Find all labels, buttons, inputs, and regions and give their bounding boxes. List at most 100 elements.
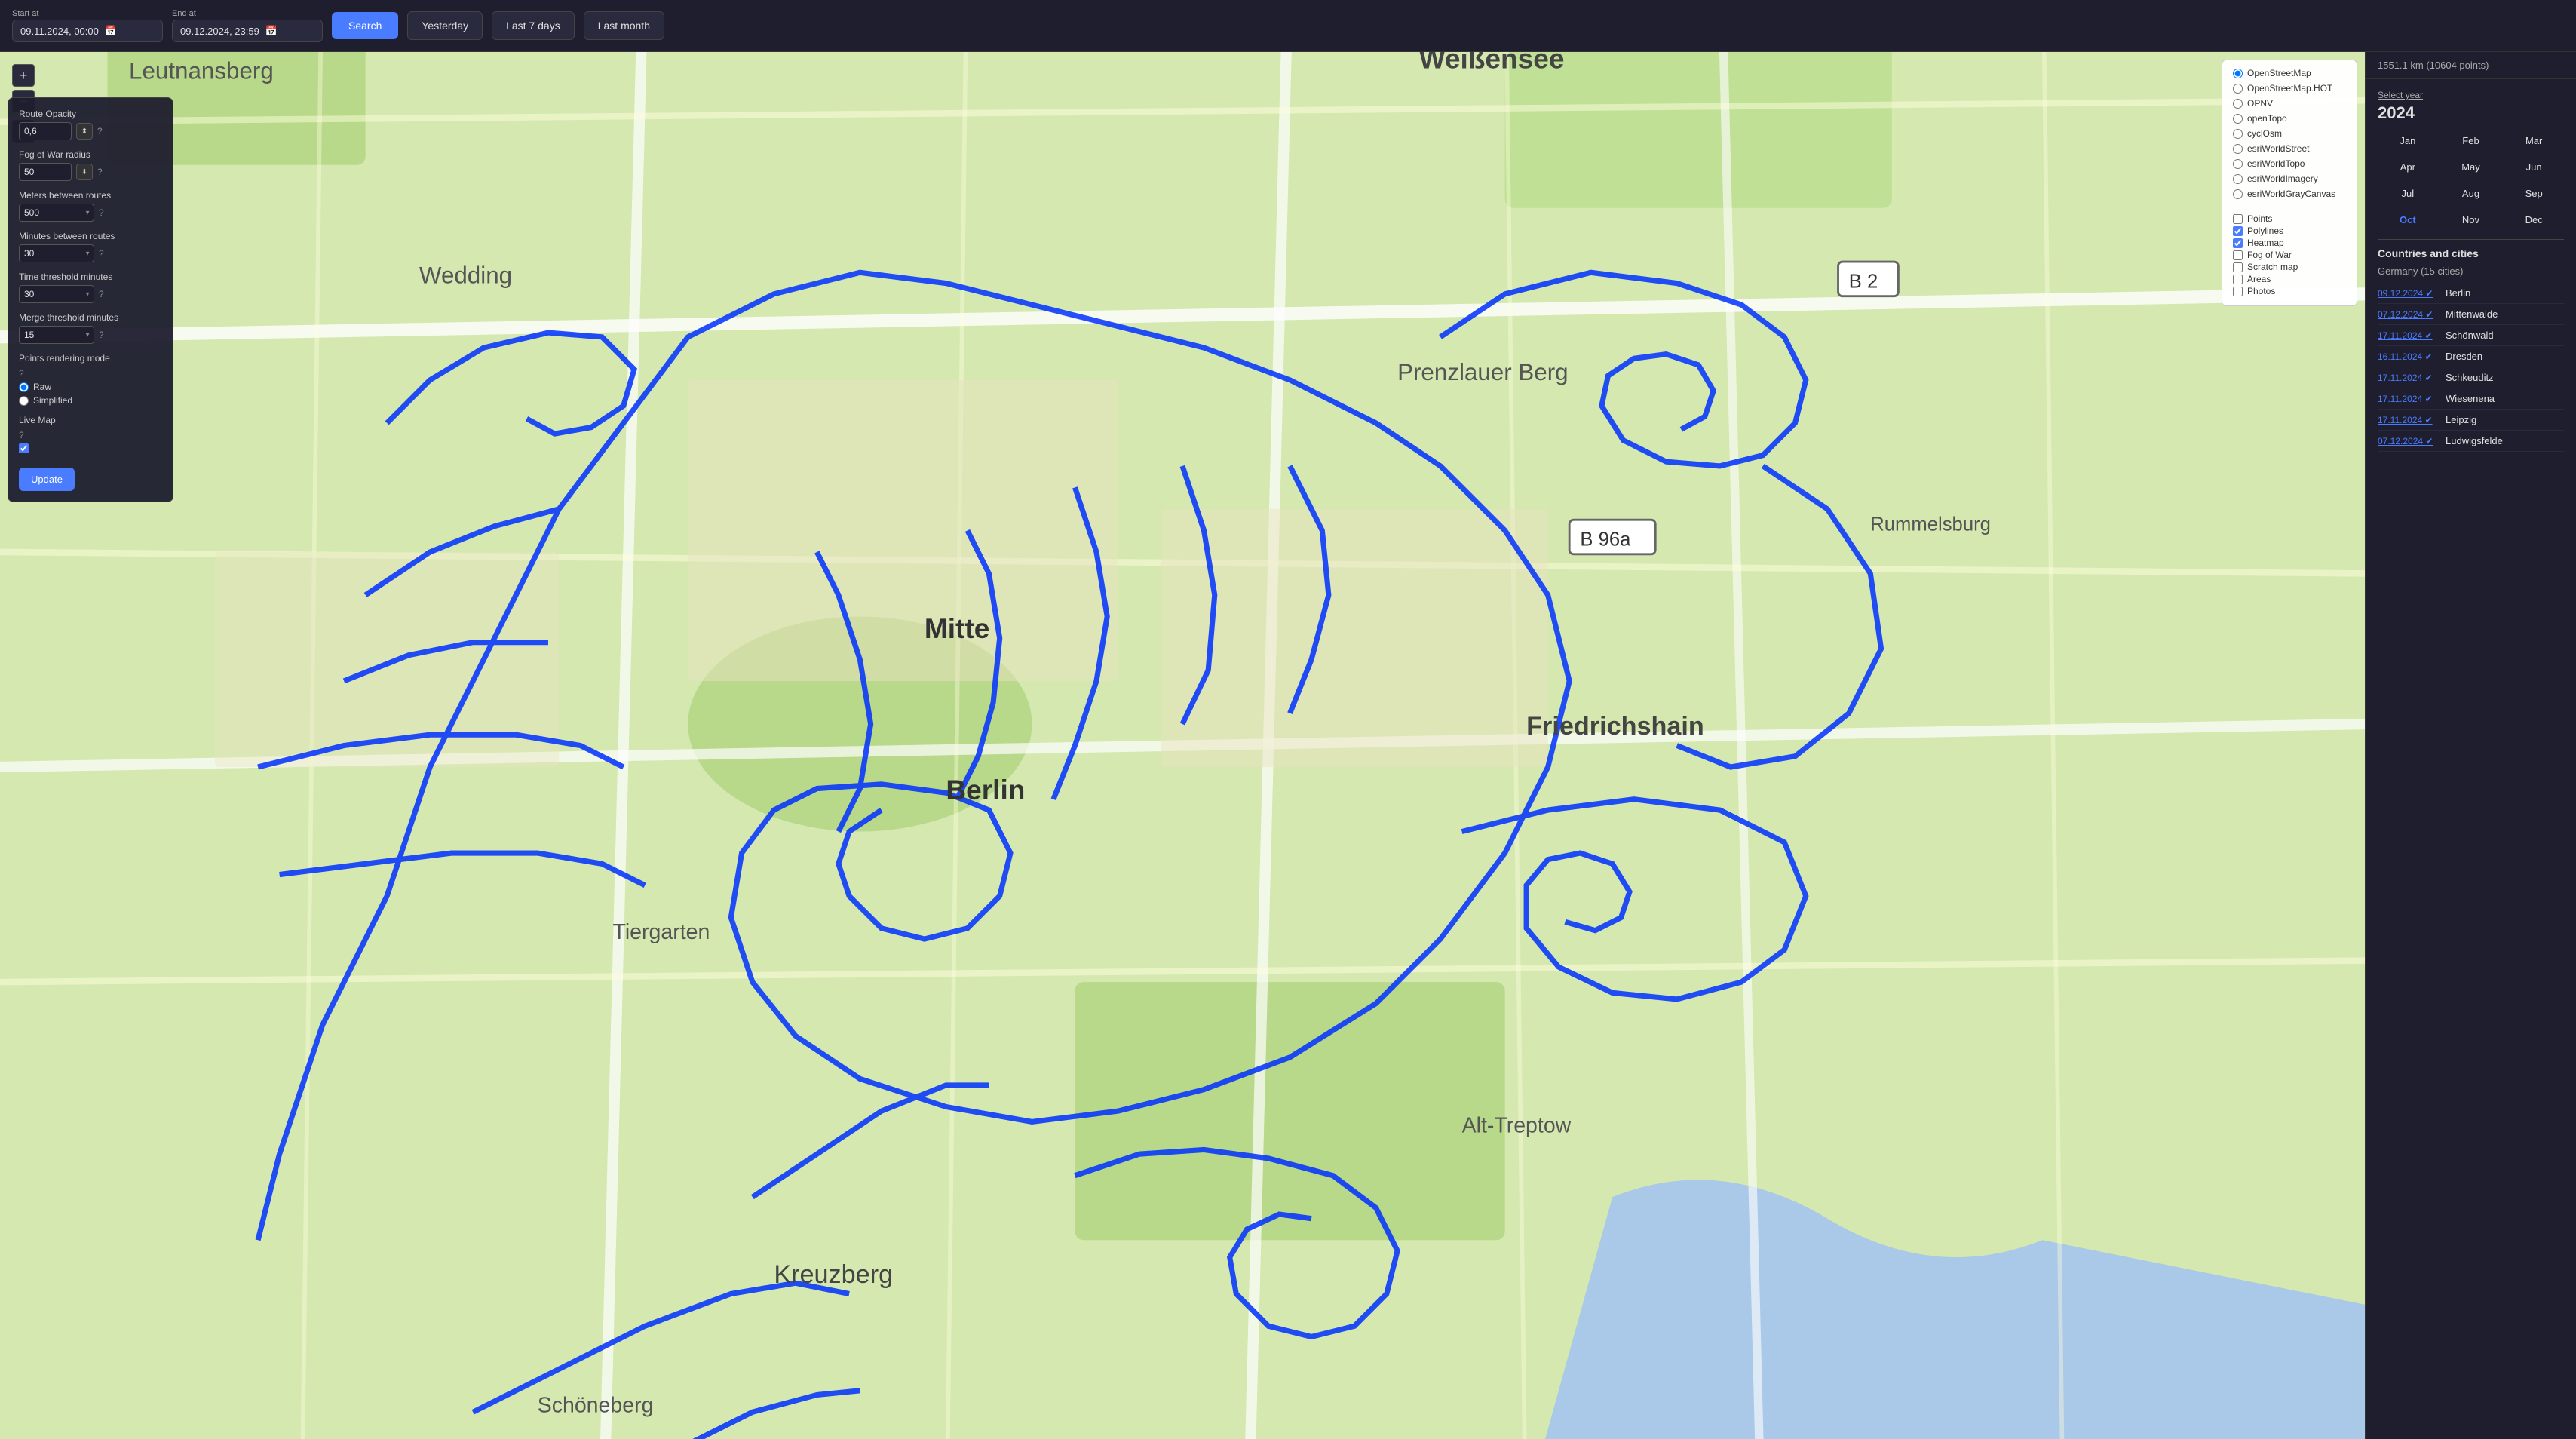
merge-threshold-select[interactable]: 15: [19, 326, 94, 344]
map-overlay-checkbox-item[interactable]: Points: [2233, 213, 2346, 224]
map-type-option[interactable]: esriWorldImagery: [2233, 173, 2346, 184]
osm-map[interactable]: Leutnansberg Gesundbrunnen Weißensee Wed…: [0, 52, 2365, 1439]
time-threshold-select[interactable]: 30: [19, 285, 94, 303]
map-overlay-checkbox-item[interactable]: Fog of War: [2233, 250, 2346, 260]
simplified-radio-item[interactable]: Simplified: [19, 395, 162, 406]
map-type-radio[interactable]: [2233, 144, 2243, 154]
meters-between-row: Meters between routes 500 ?: [19, 190, 162, 222]
map-type-option[interactable]: cyclOsm: [2233, 128, 2346, 139]
map-overlay-checkbox-item[interactable]: Areas: [2233, 274, 2346, 284]
city-date[interactable]: 17.11.2024 ✔: [2378, 394, 2438, 404]
month-button-jul[interactable]: Jul: [2378, 182, 2438, 205]
live-map-label: Live Map: [19, 415, 162, 425]
end-date-input[interactable]: 09.12.2024, 23:59 📅: [172, 20, 323, 42]
city-name: Wiesenena: [2446, 393, 2495, 404]
map-type-option[interactable]: OPNV: [2233, 98, 2346, 109]
meters-between-select-row: 500 ?: [19, 204, 162, 222]
month-button-apr[interactable]: Apr: [2378, 155, 2438, 179]
map-type-radio[interactable]: [2233, 174, 2243, 184]
fog-radius-spinner[interactable]: ⬍: [76, 164, 93, 180]
route-opacity-spinner[interactable]: ⬍: [76, 123, 93, 140]
start-calendar-icon[interactable]: 📅: [105, 25, 117, 37]
merge-threshold-select-wrapper: 15: [19, 326, 94, 344]
city-name: Mittenwalde: [2446, 308, 2498, 320]
month-button-jun[interactable]: Jun: [2504, 155, 2564, 179]
map-overlay-checkbox-item[interactable]: Photos: [2233, 286, 2346, 296]
city-date[interactable]: 17.11.2024 ✔: [2378, 330, 2438, 341]
map-type-option[interactable]: OpenStreetMap: [2233, 68, 2346, 78]
map-type-radio[interactable]: [2233, 69, 2243, 78]
map-overlay-checkbox[interactable]: [2233, 238, 2243, 248]
map-overlay-checkbox[interactable]: [2233, 250, 2243, 260]
raw-radio[interactable]: [19, 382, 29, 392]
city-date[interactable]: 16.11.2024 ✔: [2378, 351, 2438, 362]
raw-radio-item[interactable]: Raw: [19, 382, 162, 392]
month-button-nov[interactable]: Nov: [2441, 208, 2501, 232]
select-year-button[interactable]: Select year: [2378, 90, 2423, 100]
city-date[interactable]: 07.12.2024 ✔: [2378, 309, 2438, 320]
map-container: Leutnansberg Gesundbrunnen Weißensee Wed…: [0, 52, 2365, 1439]
live-map-help[interactable]: ?: [19, 430, 24, 440]
map-type-radio[interactable]: [2233, 189, 2243, 199]
city-date[interactable]: 07.12.2024 ✔: [2378, 436, 2438, 446]
month-button-may[interactable]: May: [2441, 155, 2501, 179]
meters-between-help[interactable]: ?: [99, 207, 104, 218]
points-rendering-help[interactable]: ?: [19, 368, 24, 379]
map-type-option[interactable]: esriWorldTopo: [2233, 158, 2346, 169]
month-button-mar[interactable]: Mar: [2504, 129, 2564, 152]
map-type-radio[interactable]: [2233, 129, 2243, 139]
map-type-option[interactable]: OpenStreetMap.HOT: [2233, 83, 2346, 94]
lastmonth-button[interactable]: Last month: [584, 11, 664, 40]
month-button-aug[interactable]: Aug: [2441, 182, 2501, 205]
search-button[interactable]: Search: [332, 12, 398, 39]
minutes-between-select-row: 30 ?: [19, 244, 162, 262]
fog-radius-help[interactable]: ?: [97, 167, 103, 177]
meters-between-label: Meters between routes: [19, 190, 162, 201]
minutes-between-row: Minutes between routes 30 ?: [19, 231, 162, 262]
minutes-between-select[interactable]: 30: [19, 244, 94, 262]
map-overlay-checkbox-item[interactable]: Scratch map: [2233, 262, 2346, 272]
city-date[interactable]: 17.11.2024 ✔: [2378, 373, 2438, 383]
update-button[interactable]: Update: [19, 468, 75, 491]
simplified-radio[interactable]: [19, 396, 29, 406]
city-item: 17.11.2024 ✔ Wiesenena: [2378, 388, 2564, 410]
live-map-row: Live Map ?: [19, 415, 162, 456]
meters-between-select[interactable]: 500: [19, 204, 94, 222]
minutes-between-help[interactable]: ?: [99, 248, 104, 259]
route-opacity-input[interactable]: [19, 122, 72, 140]
map-overlay-checkbox-item[interactable]: Heatmap: [2233, 238, 2346, 248]
map-overlay-checkbox[interactable]: [2233, 275, 2243, 284]
route-opacity-help[interactable]: ?: [97, 126, 103, 137]
start-date-input[interactable]: 09.11.2024, 00:00 📅: [12, 20, 163, 42]
merge-threshold-help[interactable]: ?: [99, 330, 104, 340]
live-map-checkbox[interactable]: [19, 443, 29, 453]
map-overlay-checkbox[interactable]: [2233, 214, 2243, 224]
month-button-feb[interactable]: Feb: [2441, 129, 2501, 152]
map-type-radio[interactable]: [2233, 114, 2243, 124]
month-button-jan[interactable]: Jan: [2378, 129, 2438, 152]
map-type-option[interactable]: esriWorldStreet: [2233, 143, 2346, 154]
city-name: Schkeuditz: [2446, 372, 2494, 383]
yesterday-button[interactable]: Yesterday: [407, 11, 483, 40]
map-type-radio[interactable]: [2233, 99, 2243, 109]
map-overlay-checkbox[interactable]: [2233, 262, 2243, 272]
last7days-button[interactable]: Last 7 days: [492, 11, 575, 40]
month-button-sep[interactable]: Sep: [2504, 182, 2564, 205]
map-type-radio[interactable]: [2233, 159, 2243, 169]
settings-panel: Route Opacity ⬍ ? Fog of War radius ⬍ ? …: [8, 97, 173, 502]
map-type-radio[interactable]: [2233, 84, 2243, 94]
map-overlay-checkbox[interactable]: [2233, 226, 2243, 236]
map-type-option[interactable]: openTopo: [2233, 113, 2346, 124]
city-date[interactable]: 09.12.2024 ✔: [2378, 288, 2438, 299]
zoom-in-button[interactable]: +: [12, 64, 35, 87]
month-button-oct[interactable]: Oct: [2378, 208, 2438, 232]
map-overlay-checkbox[interactable]: [2233, 287, 2243, 296]
map-overlay-checkbox-item[interactable]: Polylines: [2233, 226, 2346, 236]
points-rendering-radio-group: Raw Simplified: [19, 382, 162, 406]
time-threshold-help[interactable]: ?: [99, 289, 104, 299]
month-button-dec[interactable]: Dec: [2504, 208, 2564, 232]
city-date[interactable]: 17.11.2024 ✔: [2378, 415, 2438, 425]
map-type-option[interactable]: esriWorldGrayCanvas: [2233, 189, 2346, 199]
end-calendar-icon[interactable]: 📅: [265, 25, 278, 37]
fog-radius-input[interactable]: [19, 163, 72, 181]
